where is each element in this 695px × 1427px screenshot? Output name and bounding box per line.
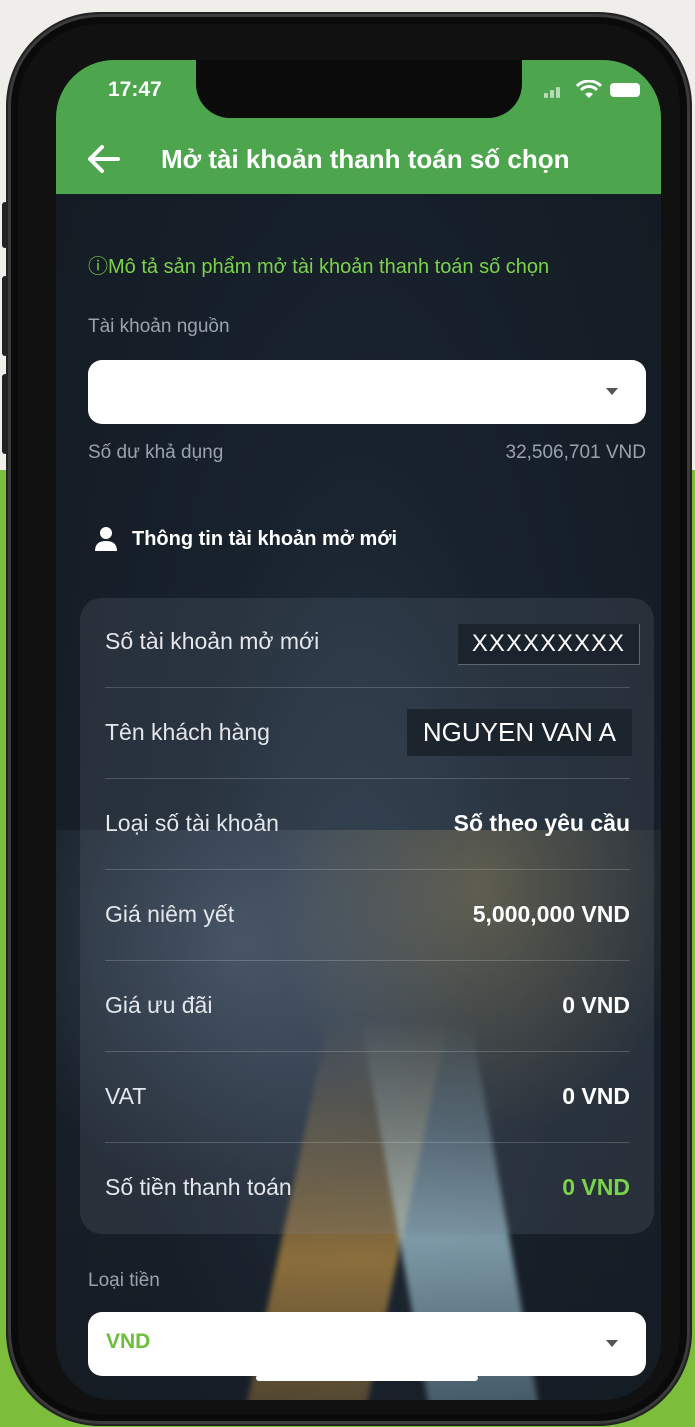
row-divider [105,1142,630,1143]
detail-row-number-type: Loại số tài khoản Số theo yêu cầu [105,780,630,870]
currency-label: Loại tiền [88,1270,160,1291]
wifi-icon [576,80,602,98]
battery-icon [610,83,640,97]
detail-label: Số tiền thanh toán [105,1174,292,1200]
new-account-details-card: Số tài khoản mở mới XXXXXXXXX Tên khách … [80,598,654,1234]
dropdown-caret-icon [606,388,618,395]
detail-value: 5,000,000 VND [472,901,630,927]
detail-row-customer-name: Tên khách hàng NGUYEN VAN A [105,689,632,779]
page-title: Mở tài khoản thanh toán số chọn [161,144,570,174]
currency-value: VND [106,1330,151,1353]
source-account-label: Tài khoản nguồn [88,316,230,337]
detail-row-account-number: Số tài khoản mở mới XXXXXXXXX [105,598,640,688]
payment-amount-value: 0 VND [562,1174,630,1200]
detail-label: Giá ưu đãi [105,992,213,1018]
detail-row-discount-price: Giá ưu đãi 0 VND [105,962,630,1052]
status-icons [544,78,654,102]
balance-value: 32,506,701 VND [505,442,647,463]
row-divider [105,1051,630,1052]
notch [196,60,522,118]
detail-value: 0 VND [562,1083,630,1109]
phone-frame: 17:47 Mở tài khoản thanh toán số chọn ⓘM… [2,14,690,1424]
detail-label: VAT [105,1083,147,1109]
currency-select[interactable]: VND [88,1312,646,1376]
balance-label: Số dư khả dụng [88,442,224,463]
volume-up-button [2,276,8,356]
row-divider [105,869,630,870]
dropdown-caret-icon [606,1340,618,1347]
detail-value: Số theo yêu cầu [453,810,630,836]
user-icon [95,527,117,551]
app-header: 17:47 Mở tài khoản thanh toán số chọn [56,60,661,194]
detail-label: Giá niêm yết [105,901,235,927]
customer-name-value: NGUYEN VAN A [406,709,632,756]
app-screen: 17:47 Mở tài khoản thanh toán số chọn ⓘM… [56,60,661,1400]
detail-label: Tên khách hàng [105,719,270,745]
product-description-link[interactable]: ⓘMô tả sản phẩm mở tài khoản thanh toán … [88,250,549,279]
detail-label: Loại số tài khoản [105,810,279,836]
status-time: 17:47 [108,78,162,101]
row-divider [105,960,630,961]
back-arrow-icon[interactable] [86,144,120,174]
account-number-value[interactable]: XXXXXXXXX [457,624,640,665]
source-account-select[interactable] [88,360,646,424]
new-account-section-title: Thông tin tài khoản mở mới [132,528,398,550]
detail-row-payment-amount: Số tiền thanh toán 0 VND [105,1144,630,1234]
detail-value: 0 VND [562,992,630,1018]
home-indicator[interactable] [256,1375,478,1381]
row-divider [105,778,630,779]
detail-row-vat: VAT 0 VND [105,1053,630,1143]
volume-down-button [2,374,8,454]
detail-row-listed-price: Giá niêm yết 5,000,000 VND [105,871,630,961]
row-divider [105,687,630,688]
mute-switch [2,202,8,248]
detail-label: Số tài khoản mở mới [105,628,320,654]
